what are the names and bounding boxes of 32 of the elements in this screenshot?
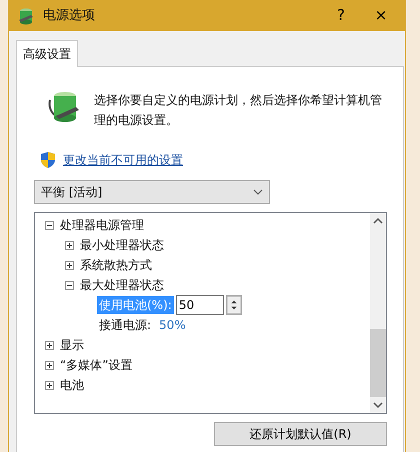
- plan-dropdown[interactable]: 平衡 [活动]: [34, 180, 270, 204]
- collapse-icon[interactable]: [65, 280, 74, 290]
- tree-item[interactable]: 电池: [60, 376, 84, 394]
- expand-icon[interactable]: [45, 360, 54, 370]
- tree-item[interactable]: “多媒体”设置: [60, 356, 132, 374]
- scrollbar[interactable]: [370, 213, 386, 413]
- close-button[interactable]: ×: [361, 0, 401, 31]
- collapse-icon[interactable]: [45, 220, 54, 230]
- setting-label[interactable]: 接通电源:: [97, 316, 154, 334]
- tree-item[interactable]: 处理器电源管理: [60, 216, 144, 234]
- change-settings-link[interactable]: 更改当前不可用的设置: [63, 151, 183, 169]
- restore-defaults-button[interactable]: 还原计划默认值(R): [214, 422, 387, 446]
- chevron-down-icon: [253, 189, 263, 195]
- battery-plug-icon: [48, 90, 82, 124]
- window-title: 电源选项: [43, 6, 95, 25]
- expand-icon[interactable]: [65, 240, 74, 250]
- help-button[interactable]: ?: [321, 0, 361, 31]
- shield-icon: [41, 152, 55, 168]
- app-icon: [17, 6, 35, 24]
- spinner-icon[interactable]: [226, 295, 242, 315]
- setting-value[interactable]: 50%: [159, 316, 186, 334]
- expand-icon[interactable]: [45, 340, 54, 350]
- number-field[interactable]: 50: [176, 295, 224, 315]
- description-text: 选择你要自定义的电源计划，然后选择你希望计算机管理的电源设置。: [94, 92, 383, 129]
- scroll-thumb[interactable]: [370, 329, 386, 397]
- tab[interactable]: 高级设置: [16, 40, 78, 67]
- tree-item[interactable]: 系统散热方式: [80, 256, 152, 274]
- expand-icon[interactable]: [45, 380, 54, 390]
- tree-item[interactable]: 显示: [60, 336, 84, 354]
- tree-item[interactable]: 最小处理器状态: [80, 236, 164, 254]
- tree-item[interactable]: 最大处理器状态: [80, 276, 164, 294]
- expand-icon[interactable]: [65, 260, 74, 270]
